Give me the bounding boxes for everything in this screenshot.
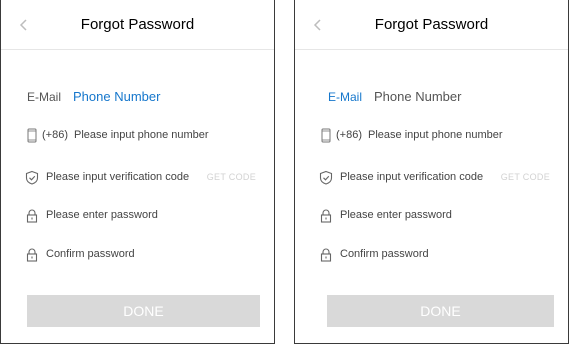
forgot-password-screen-phone: Forgot Password E-Mail Phone Number (+86)… xyxy=(0,0,275,344)
confirm-password-field[interactable]: Confirm password xyxy=(319,244,556,264)
phone-icon xyxy=(25,128,39,143)
country-code[interactable]: (+86) xyxy=(42,129,68,141)
lock-icon xyxy=(319,208,333,223)
verification-code-field[interactable]: Please input verification code GET CODE xyxy=(25,167,262,187)
phone-input-placeholder[interactable]: Please input phone number xyxy=(368,129,503,141)
phone-field[interactable]: (+86) Please input phone number xyxy=(319,125,556,145)
shield-check-icon xyxy=(319,170,333,185)
header: Forgot Password xyxy=(295,0,568,50)
lock-icon xyxy=(25,247,39,262)
country-code[interactable]: (+86) xyxy=(336,129,362,141)
page-title: Forgot Password xyxy=(374,16,489,33)
get-code-button[interactable]: GET CODE xyxy=(501,167,550,187)
password-placeholder[interactable]: Please enter password xyxy=(340,209,452,221)
login-method-tabs: E-Mail Phone Number xyxy=(328,87,461,107)
tab-email[interactable]: E-Mail xyxy=(27,90,61,104)
login-method-tabs: E-Mail Phone Number xyxy=(27,87,160,107)
forgot-password-screen-email: Forgot Password E-Mail Phone Number (+86)… xyxy=(294,0,569,344)
phone-icon xyxy=(319,128,333,143)
confirm-password-field[interactable]: Confirm password xyxy=(25,244,262,264)
lock-icon xyxy=(319,247,333,262)
tab-email[interactable]: E-Mail xyxy=(328,90,362,104)
header: Forgot Password xyxy=(1,0,274,50)
password-field[interactable]: Please enter password xyxy=(319,205,556,225)
tab-phone-number[interactable]: Phone Number xyxy=(73,89,160,104)
phone-input-placeholder[interactable]: Please input phone number xyxy=(74,129,209,141)
done-button[interactable]: DONE xyxy=(27,295,260,327)
verification-code-field[interactable]: Please input verification code GET CODE xyxy=(319,167,556,187)
confirm-password-placeholder[interactable]: Confirm password xyxy=(46,248,135,260)
phone-field[interactable]: (+86) Please input phone number xyxy=(25,125,262,145)
confirm-password-placeholder[interactable]: Confirm password xyxy=(340,248,429,260)
lock-icon xyxy=(25,208,39,223)
shield-check-icon xyxy=(25,170,39,185)
tab-phone-number[interactable]: Phone Number xyxy=(374,89,461,104)
password-placeholder[interactable]: Please enter password xyxy=(46,209,158,221)
verification-code-placeholder[interactable]: Please input verification code xyxy=(340,171,483,183)
page-title: Forgot Password xyxy=(80,16,195,33)
done-button[interactable]: DONE xyxy=(327,295,554,327)
password-field[interactable]: Please enter password xyxy=(25,205,262,225)
get-code-button[interactable]: GET CODE xyxy=(207,167,256,187)
verification-code-placeholder[interactable]: Please input verification code xyxy=(46,171,189,183)
